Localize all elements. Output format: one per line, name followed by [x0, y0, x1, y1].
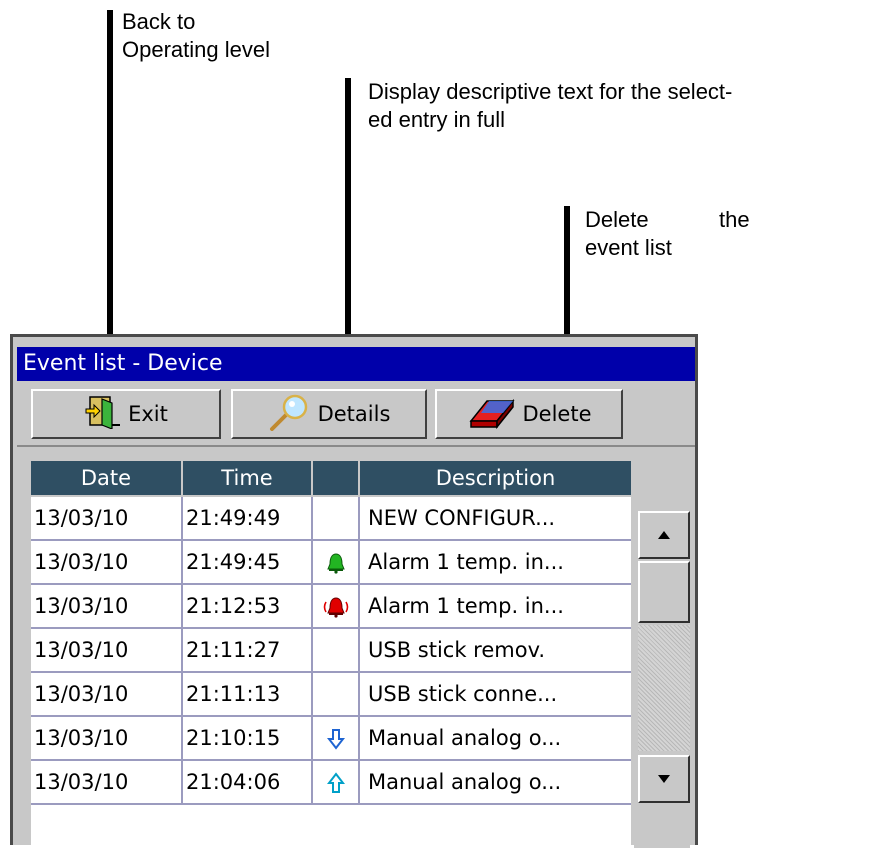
table-row[interactable]: 13/03/10 21:04:06 Manual analog o...: [31, 761, 631, 805]
column-header-date: Date: [31, 461, 183, 495]
table-row[interactable]: 13/03/10 21:49:45 Alarm 1 temp. in...: [31, 541, 631, 585]
event-icon-cell: [313, 761, 360, 803]
description-cell: Manual analog o...: [368, 770, 562, 794]
time-cell: 21:10:15: [183, 717, 313, 759]
time-cell: 21:12:53: [183, 585, 313, 627]
time-cell: 21:49:49: [183, 497, 313, 539]
column-header-time: Time: [183, 461, 313, 495]
exit-door-icon: [84, 395, 122, 434]
delete-callout-text-1: Delete: [585, 207, 649, 232]
arrow-up-icon: [326, 772, 345, 793]
triangle-up-icon: [658, 531, 670, 539]
table-row[interactable]: 13/03/10 21:11:27 USB stick remov.: [31, 629, 631, 673]
scroll-thumb[interactable]: [638, 561, 690, 623]
description-cell: USB stick conne...: [368, 682, 558, 706]
column-header-icon: [313, 461, 360, 495]
toolbar-divider: [17, 445, 695, 447]
window-title: Event list - Device: [17, 347, 695, 381]
exit-button[interactable]: Exit: [31, 389, 221, 439]
magnifier-icon: [268, 393, 312, 436]
delete-callout-text-1b: the: [719, 207, 750, 232]
alarm-off-bell-icon: [326, 553, 345, 574]
date-cell: 13/03/10: [31, 673, 183, 715]
table-row[interactable]: 13/03/10 21:10:15 Manual analog o...: [31, 717, 631, 761]
scroll-up-button[interactable]: [638, 511, 690, 559]
delete-button[interactable]: Delete: [435, 389, 623, 439]
back-callout-text: Back to Operating level: [122, 9, 270, 62]
time-cell: 21:49:45: [183, 541, 313, 583]
scroll-track[interactable]: [638, 625, 690, 751]
eraser-icon: [467, 395, 517, 434]
time-cell: 21:11:13: [183, 673, 313, 715]
arrow-down-icon: [326, 729, 345, 750]
details-callout-text: Display descriptive text for the select-…: [368, 79, 733, 132]
time-cell: 21:04:06: [183, 761, 313, 803]
description-cell: NEW CONFIGUR...: [368, 506, 556, 530]
date-cell: 13/03/10: [31, 541, 183, 583]
table-row[interactable]: 13/03/10 21:12:53 Alarm 1 temp. in...: [31, 585, 631, 629]
description-cell: Alarm 1 temp. in...: [368, 594, 564, 618]
exit-label: Exit: [128, 402, 168, 426]
event-table: 13/03/10 21:49:49 NEW CONFIGUR... 13/03/…: [31, 497, 631, 848]
event-icon-cell: [313, 629, 360, 671]
device-window: Event list - Device Exit Details Delete …: [10, 334, 698, 848]
event-icon-cell: [313, 585, 360, 627]
description-cell: USB stick remov.: [368, 638, 546, 662]
triangle-down-icon: [658, 775, 670, 783]
delete-callout-text-2: event list: [585, 235, 672, 260]
event-icon-cell: [313, 673, 360, 715]
event-icon-cell: [313, 717, 360, 759]
delete-label: Delete: [522, 402, 592, 426]
description-cell: Alarm 1 temp. in...: [368, 550, 564, 574]
time-cell: 21:11:27: [183, 629, 313, 671]
back-callout-line: [107, 10, 113, 388]
table-row[interactable]: 13/03/10 21:11:13 USB stick conne...: [31, 673, 631, 717]
date-cell: 13/03/10: [31, 585, 183, 627]
date-cell: 13/03/10: [31, 717, 183, 759]
event-icon-cell: [313, 497, 360, 539]
column-header-description: Description: [360, 461, 631, 495]
scroll-down-button[interactable]: [638, 755, 690, 803]
description-cell: Manual analog o...: [368, 726, 562, 750]
table-row[interactable]: 13/03/10 21:49:49 NEW CONFIGUR...: [31, 497, 631, 541]
event-icon-cell: [313, 541, 360, 583]
details-button[interactable]: Details: [231, 389, 427, 439]
vertical-scrollbar[interactable]: [634, 497, 690, 848]
date-cell: 13/03/10: [31, 497, 183, 539]
date-cell: 13/03/10: [31, 629, 183, 671]
alarm-on-bell-icon: [323, 597, 348, 618]
details-label: Details: [317, 402, 391, 426]
date-cell: 13/03/10: [31, 761, 183, 803]
